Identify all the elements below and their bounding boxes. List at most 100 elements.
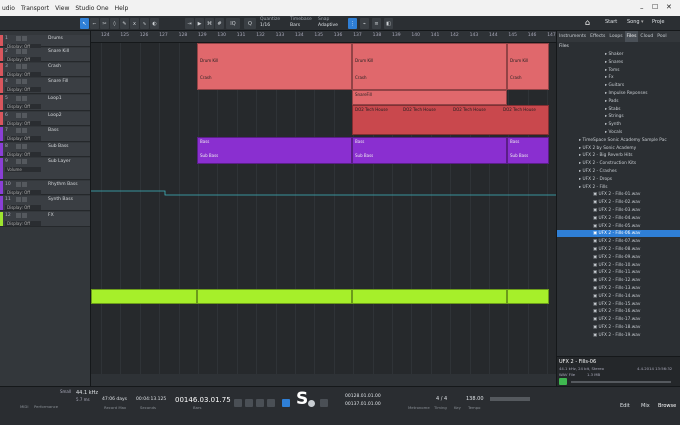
browser-item[interactable]: ▸ Fx xyxy=(557,74,680,81)
track-display-select[interactable]: Display: Off xyxy=(5,72,41,77)
browser-item[interactable]: ▣ UFX 2 - Fills-09.wav xyxy=(557,254,680,261)
track-header[interactable]: 5 Loop1 Display: Off xyxy=(0,95,90,111)
browser-item[interactable]: ▣ UFX 2 - Fills-07.wav xyxy=(557,238,680,245)
inspector-icon[interactable]: ◧ xyxy=(384,18,393,29)
arrow-tool-icon[interactable]: ↖ xyxy=(80,18,89,29)
browser-item[interactable]: ▸ Impulse Reponses xyxy=(557,90,680,97)
listen-tool-icon[interactable]: ◐ xyxy=(150,18,159,29)
browser-item[interactable]: ▸ Synth xyxy=(557,121,680,128)
snare-fill-clip[interactable]: SnareFill xyxy=(352,90,507,105)
mute-solo-buttons[interactable] xyxy=(16,128,30,133)
start-button[interactable]: Start xyxy=(605,20,617,25)
solo-button[interactable] xyxy=(22,159,27,164)
split-tool-icon[interactable]: ✂ xyxy=(100,18,109,29)
browser-item[interactable]: ▣ UFX 2 - Fills-19.wav xyxy=(557,332,680,339)
browser-item[interactable]: ▣ UFX 2 - Fills-03.wav xyxy=(557,207,680,214)
fx-clip[interactable] xyxy=(352,289,507,304)
track-header[interactable]: 3 Crash Display: Off xyxy=(0,63,90,77)
position-bars[interactable]: 00146.03.01.75 xyxy=(175,396,231,404)
track-header[interactable]: 8 Sub Bass Display: Off xyxy=(0,143,90,157)
drum-clip[interactable]: Drum Kill Crash xyxy=(197,43,352,90)
browser-item[interactable]: ▸ UFX 2 - Big Reverb Hits xyxy=(557,152,680,159)
solo-button[interactable] xyxy=(22,49,27,54)
track-name[interactable]: Crash xyxy=(48,64,61,69)
mute-button[interactable] xyxy=(16,182,21,187)
browser-item[interactable]: ▣ UFX 2 - Fills-01.wav xyxy=(557,191,680,198)
play-tool-icon[interactable]: ▶ xyxy=(195,18,204,29)
project-button[interactable]: Proje xyxy=(652,20,664,25)
track-header[interactable]: 9 Sub Layer Volume xyxy=(0,158,90,180)
tempo-value[interactable]: 138.00 xyxy=(466,396,484,402)
mute-solo-buttons[interactable] xyxy=(16,64,30,69)
mute-solo-buttons[interactable] xyxy=(16,96,30,101)
mute-solo-buttons[interactable] xyxy=(16,113,30,118)
browser-item[interactable]: ▸ Strings xyxy=(557,113,680,120)
loop-start[interactable]: 00128.01.01.00 xyxy=(345,394,381,399)
menu-item-studio[interactable]: udio xyxy=(2,5,15,12)
small-label[interactable]: Small xyxy=(60,389,71,394)
edit-button[interactable]: Edit xyxy=(620,403,630,409)
track-display-select[interactable]: Display: Off xyxy=(5,57,41,62)
drum-clip[interactable]: Drum Kill Crash xyxy=(352,43,507,90)
track-name[interactable]: Synth Bass xyxy=(48,197,73,202)
menu-item-help[interactable]: Help xyxy=(115,5,129,12)
timebase-value[interactable]: Bars xyxy=(290,23,300,28)
track-display-select[interactable]: Display: Off xyxy=(5,221,41,226)
ripple-icon[interactable]: ⌁ xyxy=(360,18,369,29)
track-name[interactable]: Sub Layer xyxy=(48,159,71,164)
browser-item[interactable]: ▣ UFX 2 - Fills-02.wav xyxy=(557,199,680,206)
volume-automation-line[interactable] xyxy=(91,181,556,201)
track-display-select[interactable]: Display: Off xyxy=(5,136,41,141)
bend-tool-icon[interactable]: ∿ xyxy=(140,18,149,29)
fx-clip[interactable] xyxy=(197,289,352,304)
browser-item[interactable]: ▣ UFX 2 - Fills-05.wav xyxy=(557,223,680,230)
menu-item-transport[interactable]: Transport xyxy=(21,5,49,12)
track-name[interactable]: Loop2 xyxy=(48,113,62,118)
arrange-view[interactable]: 124 125 126 127 128 129 130 131 132 133 134 135 136 1… xyxy=(91,31,556,386)
mute-solo-buttons[interactable] xyxy=(16,49,30,54)
browser-item[interactable]: ▸ Guitars xyxy=(557,82,680,89)
drum-clip[interactable]: Drum Kill Crash xyxy=(507,43,549,90)
mute-button[interactable] xyxy=(16,79,21,84)
track-name[interactable]: Sub Bass xyxy=(48,144,69,149)
browser-item[interactable]: ▸ Snares xyxy=(557,59,680,66)
stop-icon[interactable] xyxy=(267,399,275,407)
mute-solo-buttons[interactable] xyxy=(16,159,30,164)
timeline-ruler[interactable]: 124 125 126 127 128 129 130 131 132 133 134 135 136 1… xyxy=(91,31,556,43)
browser-item[interactable]: ▸ UFX 2 by Sonic Academy xyxy=(557,145,680,152)
mute-button[interactable] xyxy=(16,128,21,133)
solo-button[interactable] xyxy=(22,182,27,187)
punch-icon[interactable] xyxy=(320,399,328,407)
time-signature[interactable]: 4 / 4 xyxy=(436,396,447,402)
browser-tab[interactable]: Instruments xyxy=(557,31,588,42)
mute-button[interactable] xyxy=(16,49,21,54)
mute-solo-buttons[interactable] xyxy=(16,144,30,149)
preview-play-icon[interactable] xyxy=(559,378,567,385)
fx-clip[interactable] xyxy=(91,289,197,304)
mute-button[interactable] xyxy=(16,144,21,149)
solo-button[interactable] xyxy=(22,64,27,69)
mute-solo-buttons[interactable] xyxy=(16,182,30,187)
mute-button[interactable] xyxy=(16,159,21,164)
browser-item[interactable]: ▣ UFX 2 - Fills-16.wav xyxy=(557,308,680,315)
browser-tab[interactable]: Effects xyxy=(588,31,607,42)
paint-tool-icon[interactable]: ✎ xyxy=(120,18,129,29)
solo-button[interactable] xyxy=(22,113,27,118)
snap-value[interactable]: Adaptive xyxy=(318,23,338,28)
track-header[interactable]: 10 Rhythm Bass Display: Off xyxy=(0,181,90,195)
track-header[interactable]: 4 Snare Fill Display: Off xyxy=(0,78,90,94)
minimize-icon[interactable]: – xyxy=(640,4,644,12)
grid-icon[interactable]: # xyxy=(215,18,224,29)
mute-button[interactable] xyxy=(16,197,21,202)
link-icon[interactable]: ⌘ xyxy=(205,18,214,29)
browser-item[interactable]: ▸ Stabs xyxy=(557,106,680,113)
loop-end[interactable]: 00137.01.01.00 xyxy=(345,402,381,407)
mix-button[interactable]: Mix xyxy=(641,403,650,409)
solo-button[interactable] xyxy=(22,197,27,202)
browser-item[interactable]: ▸ Vocals xyxy=(557,129,680,136)
browser-item[interactable]: ▸ UFX 2 - Crashes xyxy=(557,168,680,175)
browser-item[interactable]: ▣ UFX 2 - Fills-17.wav xyxy=(557,316,680,323)
loop-clip[interactable]: DO2 Tech House DO2 Tech House DO2 Tech Hou… xyxy=(352,105,549,135)
snap-icon[interactable]: ⋮ xyxy=(348,18,357,29)
menu-item-studio-one[interactable]: Studio One xyxy=(75,5,108,12)
